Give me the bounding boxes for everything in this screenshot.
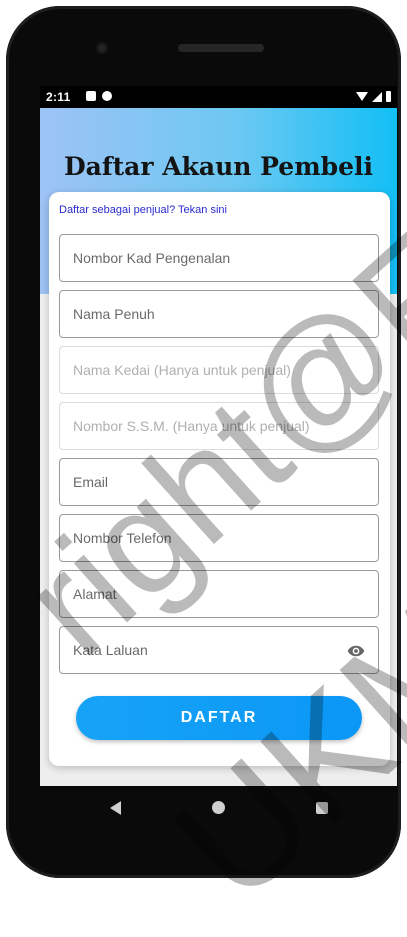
recent-apps-icon[interactable] bbox=[316, 802, 328, 814]
ic-number-input[interactable] bbox=[60, 235, 378, 281]
earpiece-speaker bbox=[178, 44, 264, 52]
ssm-number-input bbox=[60, 403, 378, 449]
status-time: 2:11 bbox=[46, 90, 71, 104]
signal-icon bbox=[372, 91, 382, 102]
registration-form-card: Daftar sebagai penjual? Tekan sini Nombo… bbox=[49, 192, 390, 766]
home-icon[interactable] bbox=[212, 801, 225, 814]
email-field[interactable] bbox=[59, 458, 379, 506]
page-title: Daftar Akaun Pembeli bbox=[63, 152, 374, 181]
android-nav-bar bbox=[40, 786, 397, 828]
app-screen: 2:11 Daftar Akaun Pembeli Daftar sebagai… bbox=[40, 86, 397, 786]
password-input[interactable] bbox=[60, 627, 378, 673]
email-input[interactable] bbox=[60, 459, 378, 505]
full-name-field[interactable] bbox=[59, 290, 379, 338]
front-camera bbox=[96, 42, 108, 54]
ssm-number-field bbox=[59, 402, 379, 450]
password-field[interactable] bbox=[59, 626, 379, 674]
back-icon[interactable] bbox=[110, 801, 121, 815]
system-icons bbox=[356, 91, 391, 102]
shop-name-field bbox=[59, 346, 379, 394]
mail-icon bbox=[86, 91, 96, 101]
status-bar: 2:11 bbox=[40, 86, 397, 108]
phone-number-input[interactable] bbox=[60, 515, 378, 561]
address-field[interactable] bbox=[59, 570, 379, 618]
address-input[interactable] bbox=[60, 571, 378, 617]
wifi-icon bbox=[356, 92, 368, 101]
battery-icon bbox=[386, 91, 391, 102]
seller-register-link[interactable]: Daftar sebagai penjual? Tekan sini bbox=[59, 204, 227, 216]
ic-number-field[interactable] bbox=[59, 234, 379, 282]
phone-frame: 2:11 Daftar Akaun Pembeli Daftar sebagai… bbox=[6, 6, 401, 878]
eye-icon[interactable] bbox=[346, 642, 366, 660]
register-button[interactable]: DAFTAR bbox=[76, 696, 362, 740]
notification-icons bbox=[86, 91, 112, 101]
shop-name-input bbox=[60, 347, 378, 393]
app-notification-icon bbox=[102, 91, 112, 101]
phone-number-field[interactable] bbox=[59, 514, 379, 562]
full-name-input[interactable] bbox=[60, 291, 378, 337]
